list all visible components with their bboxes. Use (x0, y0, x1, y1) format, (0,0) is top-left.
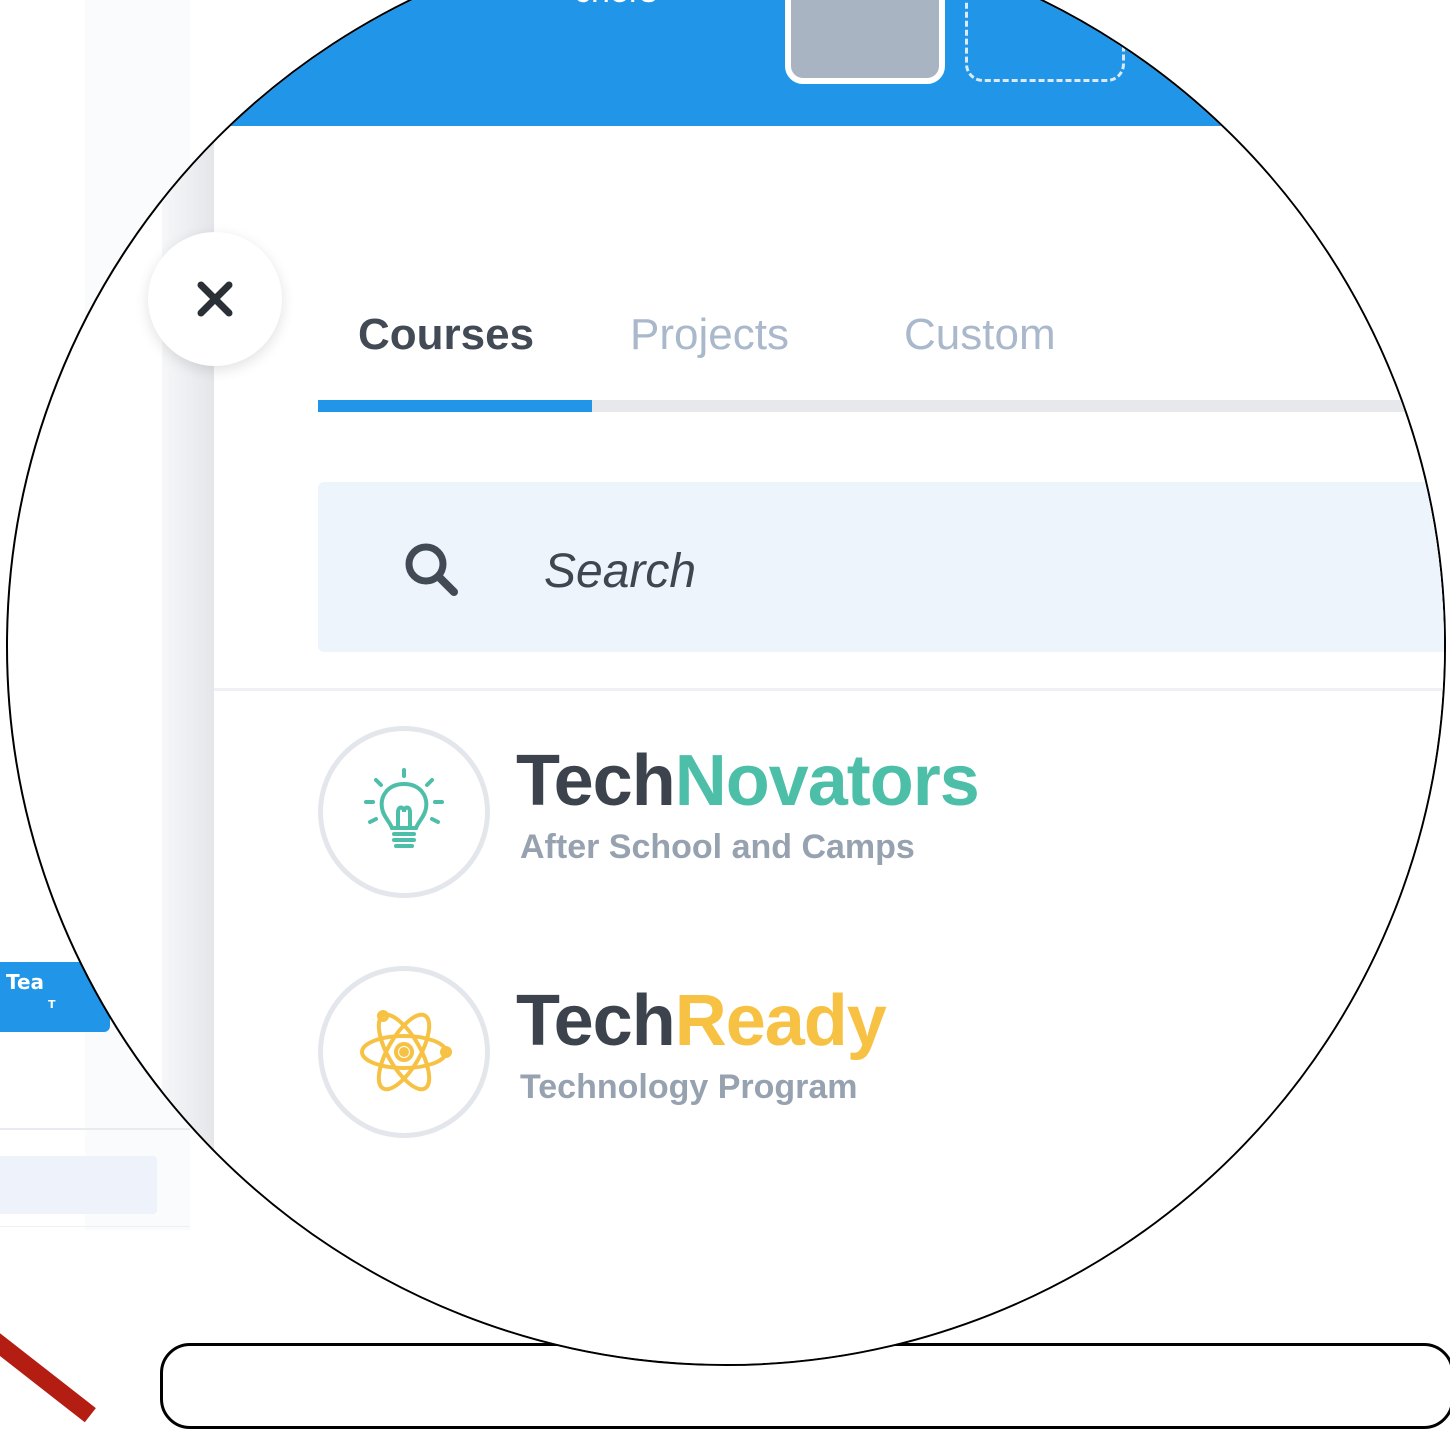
search-input[interactable] (542, 530, 1246, 612)
tab-projects[interactable]: Projects (630, 310, 789, 360)
course-name: TechReady (516, 980, 887, 1062)
tab-active-indicator (318, 400, 592, 412)
course-name-part2: Novators (674, 741, 980, 821)
list-divider (214, 688, 1444, 691)
lightbulb-icon (364, 768, 444, 848)
tab-courses[interactable]: Courses (358, 310, 534, 360)
add-tile-placeholder[interactable] (965, 0, 1125, 82)
course-subtitle: Technology Program (520, 1068, 858, 1106)
course-name: TechNovators (516, 740, 980, 822)
close-icon (197, 281, 233, 317)
top-header-bar (8, 0, 1444, 126)
tab-bar: Courses Projects Custom (318, 302, 1444, 412)
course-logo (318, 966, 490, 1138)
course-name-part2: Ready (674, 981, 887, 1061)
magnifier-lens: chers Courses Projects Custom (6, 0, 1446, 1366)
search-bar[interactable] (318, 482, 1444, 652)
course-name-part1: Tech (516, 981, 676, 1061)
tab-custom[interactable]: Custom (904, 310, 1056, 360)
thumbnail-tile[interactable] (785, 0, 945, 84)
course-subtitle: After School and Camps (520, 828, 915, 866)
header-title: chers (574, 0, 657, 11)
course-name-part1: Tech (516, 741, 676, 821)
course-item-technovators[interactable]: TechNovators After School and Camps (318, 726, 1318, 898)
course-logo (318, 726, 490, 898)
atom-icon (360, 1010, 452, 1092)
search-icon (405, 543, 458, 596)
course-item-techready[interactable]: TechReady Technology Program (318, 966, 1318, 1138)
close-button[interactable] (148, 232, 282, 366)
